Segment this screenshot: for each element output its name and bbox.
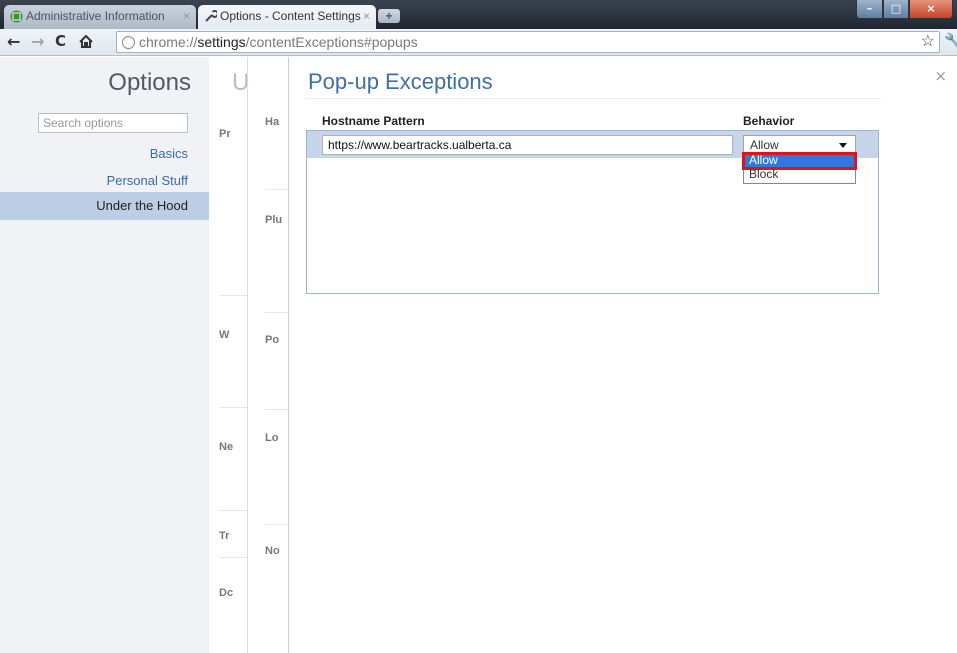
home-icon[interactable] — [79, 35, 93, 48]
dropdown-option-allow[interactable]: Allow — [742, 152, 857, 170]
divider — [219, 295, 247, 296]
sidebar-item-basics[interactable]: Basics — [150, 146, 188, 161]
section-fragment: Pr — [219, 128, 231, 140]
browser-toolbar: ← → C chrome://settings/contentException… — [0, 29, 957, 56]
forward-icon[interactable]: → — [31, 32, 44, 51]
tab-label: Administrative Information — [26, 9, 165, 23]
divider — [265, 409, 288, 410]
divider — [219, 510, 247, 511]
window-controls: – □ × — [856, 0, 953, 20]
sidebar-item-personal-stuff[interactable]: Personal Stuff — [107, 173, 188, 188]
behavior-select[interactable]: Allow — [743, 135, 856, 155]
column-header-hostname: Hostname Pattern — [322, 114, 425, 128]
setting-fragment: No — [265, 545, 280, 557]
section-fragment: W — [219, 329, 230, 341]
new-tab-icon[interactable]: + — [378, 9, 400, 23]
dropdown-arrow-icon — [839, 143, 847, 148]
wrench-icon — [205, 10, 217, 22]
divider — [219, 557, 247, 558]
sidebar-item-under-the-hood[interactable]: Under the Hood — [0, 192, 209, 220]
popup-exceptions-dialog: Pop-up Exceptions × Hostname Pattern Beh… — [288, 57, 957, 653]
address-bar[interactable]: chrome://settings/contentExceptions#popu… — [116, 31, 940, 53]
favicon-admin-icon — [10, 10, 23, 23]
divider — [265, 312, 288, 313]
setting-fragment: Ha — [265, 116, 280, 128]
setting-fragment: Po — [265, 334, 280, 346]
tab-label: Options - Content Settings — [220, 9, 361, 23]
hostname-pattern-input[interactable]: https://www.beartracks.ualberta.ca — [322, 135, 733, 155]
dropdown-option-block[interactable]: Block — [744, 168, 855, 182]
tab-options-content-settings[interactable]: Options - Content Settings × — [198, 5, 376, 29]
divider — [219, 407, 247, 408]
setting-fragment: Plu — [265, 214, 283, 226]
sidebar-title: Options — [108, 69, 191, 96]
dialog-title: Pop-up Exceptions — [308, 69, 493, 94]
star-icon[interactable]: ☆ — [921, 32, 935, 52]
reload-icon[interactable]: C — [55, 32, 66, 50]
back-icon[interactable]: ← — [7, 32, 20, 51]
url-scheme: chrome:// — [139, 34, 198, 50]
close-tab-icon[interactable]: × — [363, 5, 370, 28]
close-tab-icon[interactable]: × — [183, 5, 190, 28]
minimize-button[interactable]: – — [856, 0, 883, 19]
window-close-button[interactable]: × — [909, 0, 953, 19]
url-host: settings — [197, 34, 246, 50]
section-fragment: Ne — [219, 441, 234, 453]
divider — [265, 189, 288, 190]
options-sidebar: Options Search options Basics Personal S… — [0, 57, 209, 653]
close-icon[interactable]: × — [934, 67, 947, 85]
url-path: /contentExceptions#popups — [245, 34, 418, 50]
search-options-input[interactable]: Search options — [38, 113, 188, 133]
tab-administrative-information[interactable]: Administrative Information × — [4, 5, 196, 29]
column-divider — [247, 57, 248, 653]
title-bar: Administrative Information × Options - C… — [0, 0, 957, 29]
sidebar-item-label: Under the Hood — [96, 198, 188, 213]
wrench-menu-icon[interactable]: 🔧 — [944, 32, 957, 50]
section-fragment: Dc — [219, 587, 234, 599]
behavior-dropdown-menu[interactable]: Allow Block — [742, 152, 857, 184]
section-fragment: Tr — [219, 530, 230, 542]
behavior-selected-value: Allow — [750, 138, 779, 152]
title-divider — [306, 98, 881, 99]
globe-icon — [122, 36, 135, 49]
setting-fragment: Lo — [265, 432, 279, 444]
maximize-button[interactable]: □ — [883, 0, 909, 19]
divider — [265, 524, 288, 525]
column-header-behavior: Behavior — [743, 114, 795, 128]
